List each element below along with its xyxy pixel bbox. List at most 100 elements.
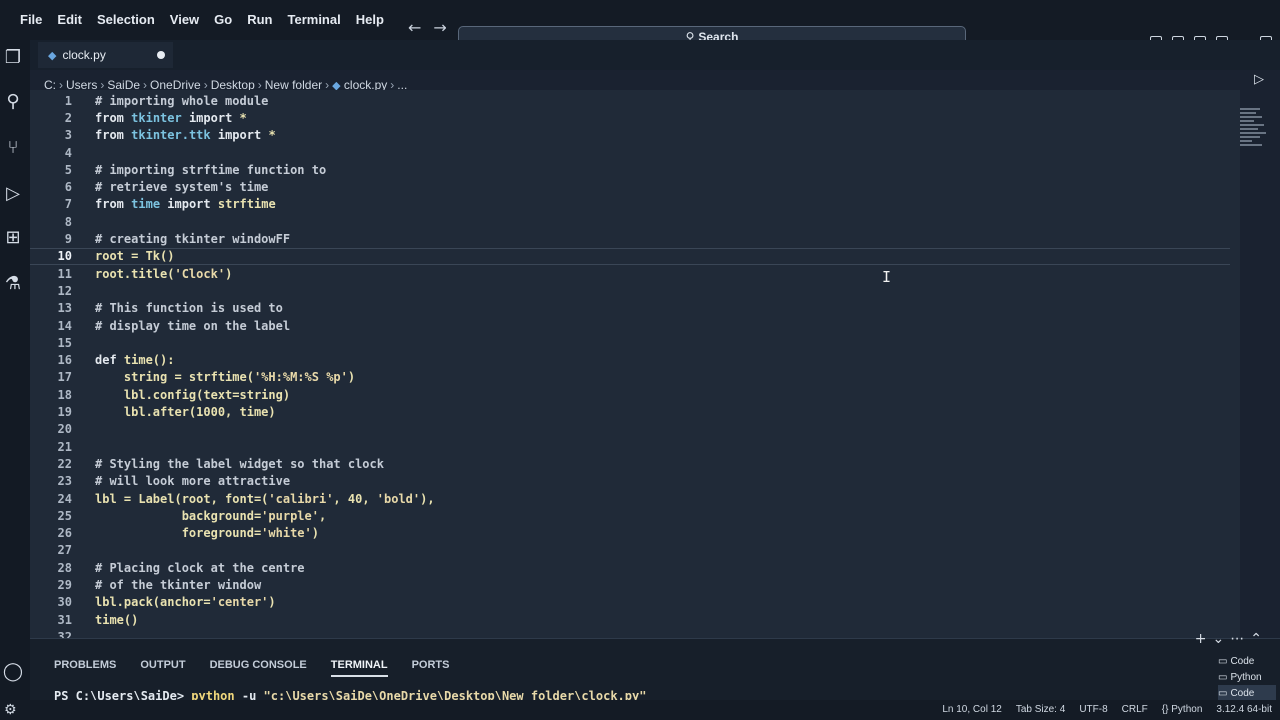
menu-edit[interactable]: Edit bbox=[57, 12, 82, 27]
forward-arrow-icon[interactable]: → bbox=[433, 18, 458, 37]
title-bar: File Edit Selection View Go Run Terminal… bbox=[0, 0, 1280, 48]
code-text: # importing whole module bbox=[95, 93, 269, 108]
code-line[interactable]: 31 time() bbox=[30, 611, 1230, 628]
code-line[interactable]: 27 bbox=[30, 542, 1230, 559]
editor-tab-bar: ◆ clock.py bbox=[30, 40, 1280, 70]
code-line[interactable]: 14 # display time on the label bbox=[30, 317, 1230, 334]
status-language[interactable]: {} Python bbox=[1162, 704, 1203, 715]
terminal-item[interactable]: ▭ Code bbox=[1218, 653, 1276, 669]
line-number: 26 bbox=[57, 526, 72, 541]
tab-output[interactable]: OUTPUT bbox=[140, 659, 185, 677]
code-line[interactable]: 15 bbox=[30, 334, 1230, 351]
panel-tabs: PROBLEMS OUTPUT DEBUG CONSOLE TERMINAL P… bbox=[54, 659, 474, 677]
code-text: string = strftime('%H:%M:%S %p') bbox=[95, 370, 356, 385]
code-line[interactable]: 4 bbox=[30, 144, 1230, 161]
back-arrow-icon[interactable]: ← bbox=[408, 18, 433, 37]
code-text: # This function is used to bbox=[95, 301, 283, 316]
line-number: 23 bbox=[57, 474, 72, 489]
minimap[interactable] bbox=[1240, 108, 1268, 158]
code-text: lbl.config(text=string) bbox=[95, 387, 291, 402]
tab-terminal[interactable]: TERMINAL bbox=[330, 659, 388, 677]
code-line[interactable]: 28 # Placing clock at the centre bbox=[30, 559, 1230, 576]
code-text: # of the tkinter window bbox=[95, 578, 262, 593]
code-line[interactable]: 3 from tkinter.ttk import * bbox=[30, 127, 1230, 144]
code-text: # Placing clock at the centre bbox=[95, 560, 305, 575]
search-icon[interactable]: ⚲ bbox=[0, 88, 26, 114]
status-interpreter[interactable]: 3.12.4 64-bit bbox=[1216, 704, 1272, 715]
code-line[interactable]: 2 from tkinter import * bbox=[30, 109, 1230, 126]
explorer-icon[interactable]: ❐ bbox=[0, 44, 26, 70]
code-line[interactable]: 21 bbox=[30, 438, 1230, 455]
code-line[interactable]: 5 # importing strftime function to bbox=[30, 161, 1230, 178]
code-line[interactable]: 20 bbox=[30, 421, 1230, 438]
code-line[interactable]: 16 def time(): bbox=[30, 352, 1230, 369]
tab-clock-py[interactable]: ◆ clock.py bbox=[38, 42, 173, 68]
unsaved-dot-icon[interactable] bbox=[157, 51, 165, 59]
tab-problems[interactable]: PROBLEMS bbox=[54, 659, 116, 677]
code-line[interactable]: 10 root = Tk() bbox=[30, 247, 1230, 265]
new-terminal-icon[interactable]: + bbox=[1195, 631, 1213, 647]
testing-icon[interactable]: ⚗ bbox=[0, 270, 26, 296]
code-line[interactable]: 8 bbox=[30, 213, 1230, 230]
menu-help[interactable]: Help bbox=[356, 12, 384, 27]
run-python-file-icon[interactable]: ▷ bbox=[1254, 72, 1268, 87]
menu-file[interactable]: File bbox=[20, 12, 42, 27]
terminal-item[interactable]: ▭ Python bbox=[1218, 669, 1276, 685]
code-line[interactable]: 26 foreground='white') bbox=[30, 525, 1230, 542]
code-line[interactable]: 9 # creating tkinter windowFF bbox=[30, 230, 1230, 247]
code-line[interactable]: 6 # retrieve system's time bbox=[30, 179, 1230, 196]
code-text: background='purple', bbox=[95, 508, 327, 523]
code-text: from tkinter import * bbox=[95, 110, 247, 125]
code-text: # display time on the label bbox=[95, 318, 291, 333]
line-number: 13 bbox=[57, 301, 72, 316]
tab-debug-console[interactable]: DEBUG CONSOLE bbox=[210, 659, 307, 677]
mouse-ibeam-cursor: I bbox=[882, 268, 892, 286]
menu-terminal[interactable]: Terminal bbox=[288, 12, 341, 27]
line-number: 4 bbox=[64, 145, 72, 160]
code-line[interactable]: 11 root.title('Clock') bbox=[30, 265, 1230, 282]
chevron-down-icon[interactable]: ⌄ bbox=[1213, 631, 1231, 647]
line-number: 19 bbox=[57, 405, 72, 420]
code-text: # retrieve system's time bbox=[95, 180, 269, 195]
run-debug-icon[interactable]: ▷ bbox=[0, 180, 26, 206]
manage-gear-icon[interactable]: ⚙ bbox=[4, 702, 17, 718]
code-line[interactable]: 17 string = strftime('%H:%M:%S %p') bbox=[30, 369, 1230, 386]
code-line[interactable]: 19 lbl.after(1000, time) bbox=[30, 403, 1230, 420]
line-number: 20 bbox=[57, 422, 72, 437]
menu-selection[interactable]: Selection bbox=[97, 12, 155, 27]
code-line[interactable]: 24 lbl = Label(root, font=('calibri', 40,… bbox=[30, 490, 1230, 507]
code-line[interactable]: 1 # importing whole module bbox=[30, 92, 1230, 109]
account-icon[interactable]: ◯ bbox=[0, 658, 26, 684]
terminal-item[interactable]: ▭ Code bbox=[1218, 685, 1276, 701]
status-tab-size[interactable]: Tab Size: 4 bbox=[1016, 704, 1065, 715]
extensions-icon[interactable]: ⊞ bbox=[0, 224, 26, 250]
python-file-icon: ◆ bbox=[48, 48, 57, 62]
tab-ports[interactable]: PORTS bbox=[412, 659, 450, 677]
code-line[interactable]: 22 # Styling the label widget so that clo… bbox=[30, 455, 1230, 472]
code-line[interactable]: 12 bbox=[30, 282, 1230, 299]
terminal-icon: ▭ bbox=[1218, 671, 1228, 683]
code-line[interactable]: 29 # of the tkinter window bbox=[30, 576, 1230, 593]
status-encoding[interactable]: UTF-8 bbox=[1079, 704, 1107, 715]
code-line[interactable]: 23 # will look more attractive bbox=[30, 473, 1230, 490]
more-actions-icon[interactable]: ⋯ bbox=[1230, 631, 1250, 647]
code-line[interactable]: 13 # This function is used to bbox=[30, 300, 1230, 317]
terminal-icon: ▭ bbox=[1218, 655, 1228, 667]
code-text: # will look more attractive bbox=[95, 474, 291, 489]
line-number: 31 bbox=[57, 612, 72, 627]
code-line[interactable]: 30 lbl.pack(anchor='center') bbox=[30, 594, 1230, 611]
chevron-up-icon[interactable]: ⌃ bbox=[1250, 631, 1268, 647]
code-text: from tkinter.ttk import * bbox=[95, 128, 276, 143]
code-line[interactable]: 18 lbl.config(text=string) bbox=[30, 386, 1230, 403]
status-cursor-position[interactable]: Ln 10, Col 12 bbox=[942, 704, 1002, 715]
source-control-icon[interactable]: ⑂ bbox=[0, 134, 26, 160]
code-editor[interactable]: 1 # importing whole module 2 from tkinter i… bbox=[30, 90, 1240, 644]
status-bar: ⚙ Ln 10, Col 12 Tab Size: 4 UTF-8 CRLF {… bbox=[0, 700, 1280, 720]
line-number: 28 bbox=[57, 560, 72, 575]
code-line[interactable]: 25 background='purple', bbox=[30, 507, 1230, 524]
menu-go[interactable]: Go bbox=[214, 12, 232, 27]
status-eol[interactable]: CRLF bbox=[1122, 704, 1148, 715]
code-line[interactable]: 7 from time import strftime bbox=[30, 196, 1230, 213]
menu-view[interactable]: View bbox=[170, 12, 199, 27]
menu-run[interactable]: Run bbox=[247, 12, 272, 27]
